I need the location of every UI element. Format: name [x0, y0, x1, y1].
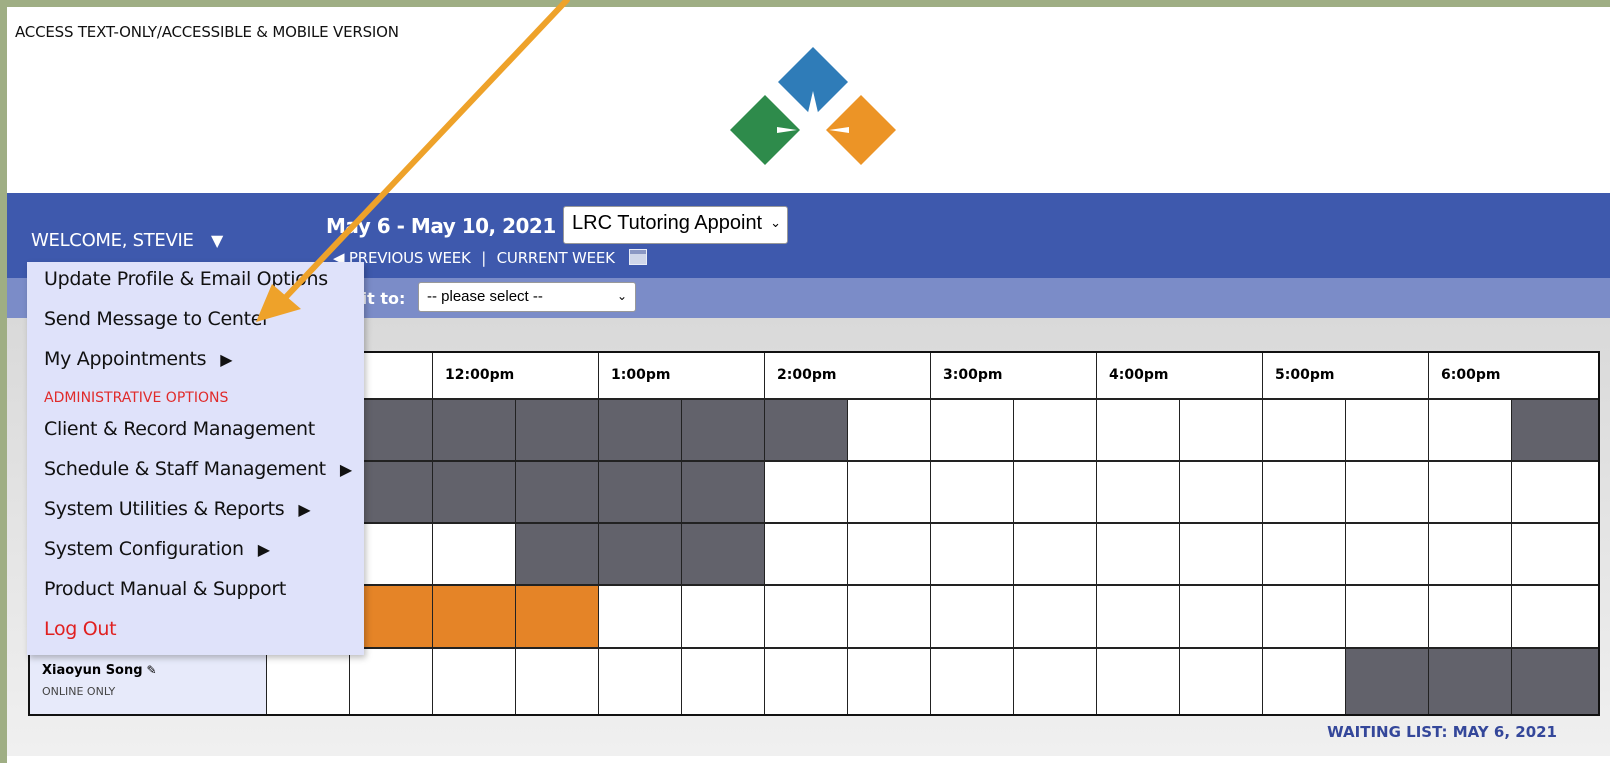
- annotation-arrow-icon: [256, 0, 570, 322]
